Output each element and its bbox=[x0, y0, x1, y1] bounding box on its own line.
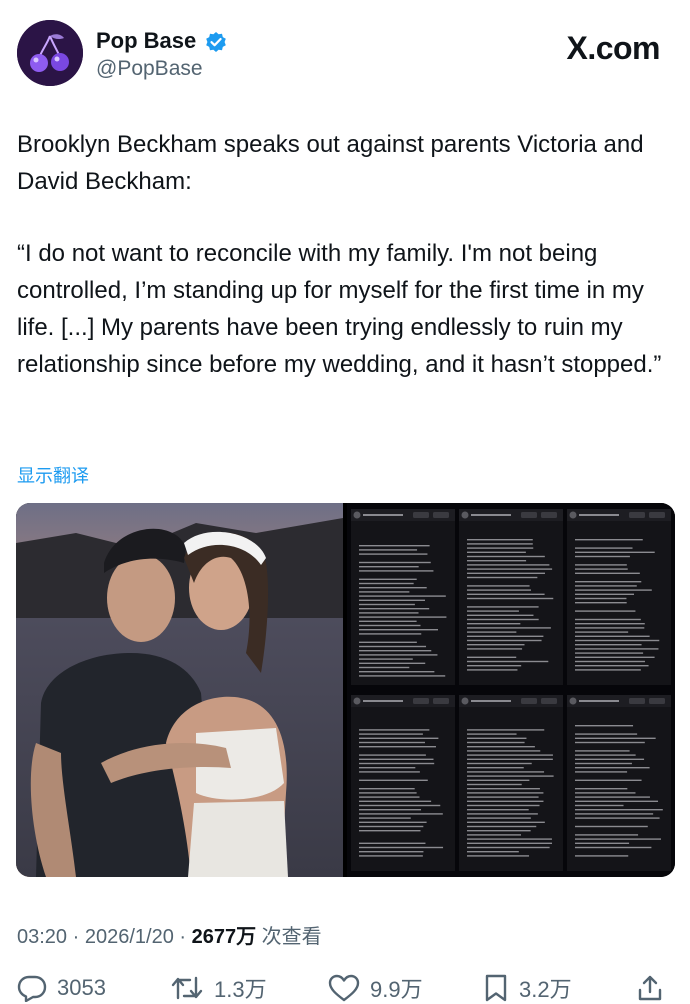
post-meta: 03:20 · 2026/1/20 · 2677万 次查看 bbox=[17, 926, 322, 948]
post-time[interactable]: 03:20 bbox=[17, 926, 67, 948]
statement-screenshot-tile bbox=[567, 509, 671, 685]
statement-screenshot-tile bbox=[567, 695, 671, 871]
post-date[interactable]: 2026/1/20 bbox=[85, 926, 174, 948]
statement-screenshots[interactable] bbox=[347, 503, 675, 877]
heart-icon bbox=[328, 974, 360, 1002]
couple-photo[interactable] bbox=[16, 503, 343, 877]
avatar[interactable] bbox=[17, 20, 83, 86]
reply-count: 3053 bbox=[57, 975, 106, 1000]
share-icon bbox=[638, 975, 662, 1001]
statement-screenshot-tile bbox=[459, 695, 563, 871]
show-translation-link[interactable]: 显示翻译 bbox=[17, 462, 89, 488]
repost-button[interactable]: 1.3万 bbox=[170, 972, 267, 1004]
post-text-quote: “I do not want to reconcile with my fami… bbox=[17, 240, 662, 378]
repost-icon bbox=[171, 976, 203, 1000]
statement-screenshot-tile bbox=[351, 695, 455, 871]
site-watermark: X.com bbox=[566, 30, 660, 66]
statement-screenshot-tile bbox=[459, 509, 563, 685]
like-button[interactable]: 9.9万 bbox=[328, 972, 423, 1004]
reply-icon bbox=[17, 975, 47, 1002]
view-count: 2677万 bbox=[191, 926, 257, 948]
media-grid[interactable] bbox=[16, 503, 675, 877]
statement-screenshot-grid bbox=[351, 509, 671, 871]
share-button[interactable] bbox=[636, 972, 674, 1004]
post-text-intro: Brooklyn Beckham speaks out against pare… bbox=[17, 131, 644, 195]
bookmark-icon bbox=[485, 974, 507, 1002]
reply-button[interactable]: 3053 bbox=[17, 972, 106, 1004]
display-name[interactable]: Pop Base bbox=[96, 28, 196, 54]
verified-badge-icon bbox=[206, 32, 226, 52]
cherry-avatar-icon bbox=[17, 20, 83, 86]
bookmark-button[interactable]: 3.2万 bbox=[483, 972, 572, 1004]
views-label: 次查看 bbox=[261, 926, 322, 948]
bookmark-count: 3.2万 bbox=[519, 977, 572, 1002]
like-count: 9.9万 bbox=[370, 977, 423, 1002]
statement-screenshot-tile bbox=[351, 509, 455, 685]
user-handle[interactable]: @PopBase bbox=[96, 57, 203, 81]
repost-count: 1.3万 bbox=[214, 977, 267, 1002]
